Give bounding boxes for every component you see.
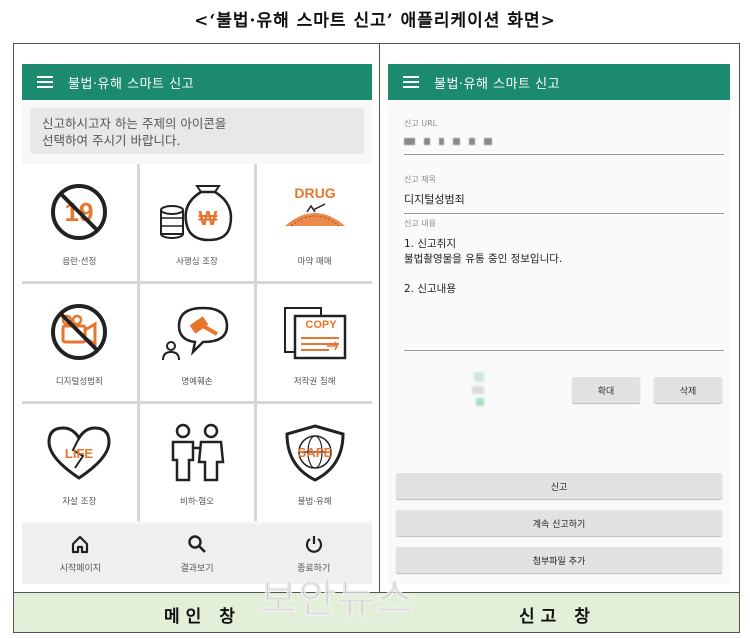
tile-hate[interactable]: 비하·혐오 [139, 404, 255, 521]
tile-label: 사행심 조장 [176, 257, 218, 267]
search-icon [188, 535, 206, 553]
report-appbar-title: 불법·유해 스마트 신고 [434, 76, 561, 92]
zoom-button[interactable]: 확대 [572, 377, 640, 403]
tile-copyright[interactable]: COPY 저작권 침해 [257, 284, 372, 401]
tile-obscene[interactable]: 19 음란·선정 [22, 164, 137, 281]
report-button[interactable]: 신고 [396, 473, 722, 499]
footer-main-label: 메인 창 [164, 607, 241, 627]
title-underline [404, 213, 724, 214]
tile-suicide[interactable]: LIFE 자살 조장 [22, 404, 137, 521]
nav-results-button[interactable]: 결과보기 [139, 524, 256, 584]
content-field[interactable]: 신고 내용 1. 신고취지 불법촬영물을 유통 중인 정보입니다. 2. 신고내… [404, 218, 724, 297]
defamation-icon [161, 306, 229, 361]
tile-label: 비하·혐오 [180, 497, 214, 507]
power-icon [305, 536, 322, 553]
url-label: 신고 URL [404, 119, 438, 128]
nav-home-button[interactable]: 시작페이지 [22, 524, 139, 584]
drug-icon: DRUG [284, 185, 345, 227]
report-appbar: 불법·유해 스마트 신고 [388, 64, 730, 100]
nav-label: 결과보기 [180, 564, 214, 574]
footer-report-label: 신고 창 [519, 607, 596, 627]
won-text: ₩ [199, 208, 218, 230]
tile-label: 자살 조장 [62, 497, 97, 507]
main-screen: 불법·유해 스마트 신고 신고하시고자 하는 주제의 아이콘을 선택하여 주시기… [22, 64, 372, 584]
life-text: LIFE [65, 446, 93, 461]
hamburger-icon[interactable] [22, 76, 68, 88]
notice-box: 신고하시고자 하는 주제의 아이콘을 선택하여 주시기 바랍니다. [30, 108, 364, 154]
main-appbar: 불법·유해 스마트 신고 [22, 64, 372, 100]
money-bag-icon: ₩ [159, 185, 233, 242]
category-grid: 19 음란·선정 ₩ 사행심 조장 DRUG [22, 164, 372, 521]
attachment-thumbnail[interactable] [470, 368, 492, 408]
add-attachment-button[interactable]: 첨부파일 추가 [396, 547, 722, 573]
title-label: 신고 제목 [404, 175, 436, 184]
safe-shield-icon: SAFE [285, 424, 345, 482]
url-value-blurred [404, 135, 724, 148]
safe-text: SAFE [297, 445, 332, 460]
report-screen: 불법·유해 스마트 신고 신고 URL 신고 제목 디지털성범죄 신고 내용 1… [388, 64, 730, 584]
content-underline [404, 350, 724, 351]
title-field[interactable]: 신고 제목 디지털성범죄 [404, 174, 724, 214]
tile-gambling[interactable]: ₩ 사행심 조장 [139, 164, 255, 281]
url-field[interactable]: 신고 URL [404, 118, 724, 155]
continue-report-button[interactable]: 계속 신고하기 [396, 510, 722, 536]
content-label: 신고 내용 [404, 219, 436, 228]
main-appbar-title: 불법·유해 스마트 신고 [68, 76, 195, 92]
tile-illegal-harmful[interactable]: SAFE 불법·유해 [257, 404, 372, 521]
no-camera-icon [51, 304, 108, 360]
copy-icon: COPY [283, 307, 346, 360]
nav-label: 시작페이지 [59, 564, 102, 574]
hamburger-icon[interactable] [388, 76, 434, 88]
people-icon [171, 423, 225, 482]
tile-drug[interactable]: DRUG 마약 매매 [257, 164, 372, 281]
tile-label: 디지털성범죄 [55, 377, 103, 387]
copy-text: COPY [305, 319, 337, 331]
watermark: 보안뉴스 [259, 576, 416, 623]
tile-label: 음란·선정 [62, 257, 97, 267]
home-icon [72, 535, 89, 554]
title-value: 디지털성범죄 [404, 193, 465, 206]
tile-label: 저작권 침해 [293, 377, 336, 387]
tile-label: 명예훼손 [181, 377, 213, 387]
content-value: 1. 신고취지 불법촬영물을 유통 중인 정보입니다. 2. 신고내용 [404, 238, 563, 295]
broken-heart-icon: LIFE [47, 426, 111, 480]
tile-defamation[interactable]: 명예훼손 [139, 284, 255, 401]
url-underline [404, 154, 724, 155]
drug-text: DRUG [294, 185, 335, 201]
delete-button[interactable]: 삭제 [654, 377, 722, 403]
no-19-icon: 19 [51, 184, 108, 240]
tile-label: 불법·유해 [297, 497, 332, 507]
tile-digital-sex-crime[interactable]: 디지털성범죄 [22, 284, 137, 401]
tile-label: 마약 매매 [297, 257, 332, 267]
frame-divider [379, 44, 380, 632]
page-caption: <‘불법·유해 스마트 신고’ 애플리케이션 화면> [194, 11, 556, 31]
